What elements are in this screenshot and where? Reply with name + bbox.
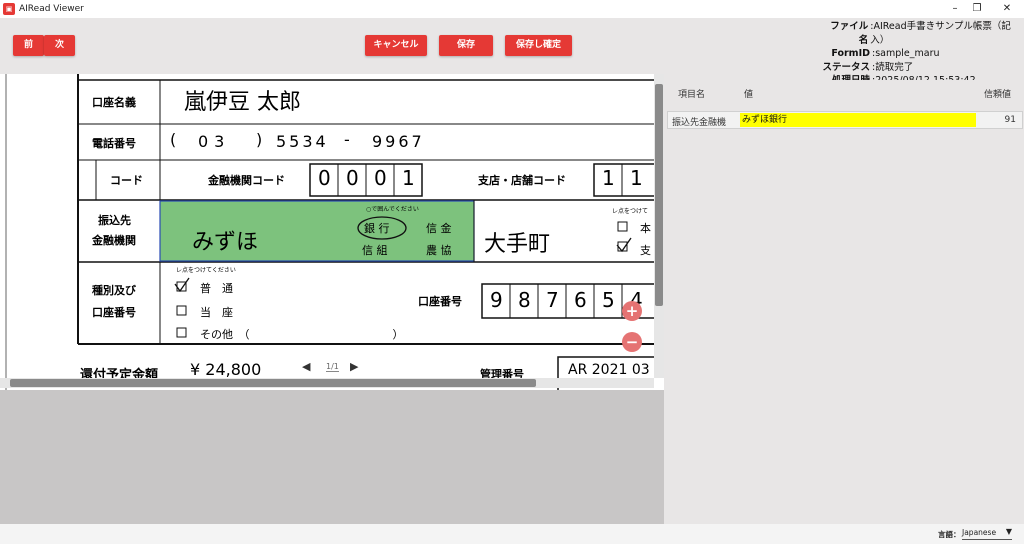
- phone-last: 9967: [372, 132, 425, 151]
- language-label: 言語：: [938, 530, 961, 539]
- acct-number-label: 口座番号: [418, 295, 462, 308]
- language-value: Japanese: [962, 528, 997, 537]
- form-id-value: :sample_maru: [872, 48, 940, 59]
- code-label: コード: [110, 174, 143, 187]
- refund-value: ¥ 24,800: [190, 360, 262, 379]
- phone-area: 03: [198, 132, 231, 151]
- branch-code-digit: 1: [602, 166, 615, 190]
- field-confidence: 91: [1004, 115, 1016, 125]
- close-button[interactable]: ✕: [994, 0, 1020, 18]
- account-name-value: 嵐伊豆 太郎: [184, 90, 301, 115]
- field-panel: [666, 80, 1024, 524]
- zoom-out-icon[interactable]: −: [622, 332, 642, 352]
- column-header-item: 項目名: [678, 90, 706, 100]
- account-name-label: 口座名義: [92, 96, 136, 109]
- acct-type-2: 当 座: [200, 306, 233, 319]
- next-button[interactable]: 次: [44, 35, 75, 56]
- title-bar: ▣ AIRead Viewer: [0, 0, 1024, 18]
- page-navigator: ◀ 1/1 ▶: [302, 360, 362, 374]
- viewer-empty-area: [0, 390, 664, 524]
- transfer-label-2: 金融機関: [92, 234, 136, 247]
- check-note-1: レ点をつけて: [612, 208, 649, 215]
- status-label: ステータス: [822, 61, 870, 73]
- acct-number-digit: 8: [518, 288, 531, 312]
- acct-type-3: その他 （ ）: [200, 328, 404, 341]
- transfer-label-1: 振込先: [98, 214, 131, 227]
- type-label-2: 口座番号: [92, 306, 136, 319]
- column-header-value: 値: [744, 90, 754, 100]
- app-logo-icon: ▣: [3, 3, 15, 15]
- mgmt-value: AR 2021 03: [568, 362, 650, 378]
- horizontal-scrollbar-thumb[interactable]: [10, 379, 536, 387]
- form-id-label: FormID: [831, 48, 870, 59]
- window-title: AIRead Viewer: [19, 4, 84, 14]
- status-bar: [0, 524, 1024, 544]
- bank-code-digit: 0: [318, 166, 331, 190]
- branch-name-value: 大手町: [484, 232, 551, 257]
- phone-paren-close: ): [256, 130, 263, 149]
- branch-code-label: 支店・店舗コード: [478, 174, 566, 187]
- phone-label: 電話番号: [92, 137, 136, 150]
- bank-code-digit: 0: [374, 166, 387, 190]
- column-header-confidence: 信頼値: [984, 90, 1012, 100]
- phone-dash: -: [344, 130, 350, 149]
- phone-mid: 5534: [276, 132, 329, 151]
- file-info: ファイル名:AIRead手書きサンプル帳票（記入） FormID:sample_…: [822, 20, 1024, 88]
- type-label-1: 種別及び: [92, 284, 136, 297]
- circle-note: ○で囲んでください: [366, 206, 419, 213]
- bank-code-digit: 1: [402, 166, 415, 190]
- branch-type-1: 本: [640, 222, 651, 235]
- save-button[interactable]: 保存: [439, 35, 493, 56]
- check-note-2: レ点をつけてください: [176, 267, 236, 274]
- zoom-in-icon[interactable]: +: [622, 301, 642, 321]
- phone-paren-open: (: [170, 130, 177, 149]
- acct-number-digit: 9: [490, 288, 503, 312]
- field-name: 振込先金融機: [672, 118, 727, 128]
- bank-code-label: 金融機関コード: [208, 174, 285, 187]
- field-value-input[interactable]: みずほ銀行: [740, 113, 976, 127]
- file-name-value: :AIRead手書きサンプル帳票（記入）: [870, 21, 1011, 46]
- bank-name-value: みずほ: [192, 230, 259, 255]
- branch-code-digit: 1: [630, 166, 643, 190]
- file-name-label: ファイル名: [830, 21, 869, 46]
- branch-type-2: 支: [640, 244, 651, 257]
- next-page-icon[interactable]: ▶: [350, 360, 358, 373]
- bank-type-1: 銀 行: [364, 222, 390, 235]
- acct-number-digit: 5: [602, 288, 615, 312]
- bank-code-digit: 0: [346, 166, 359, 190]
- chevron-down-icon: ▼: [1005, 527, 1012, 536]
- document-viewer[interactable]: 口座名義 嵐伊豆 太郎 電話番号 ( 03 ) 5534 - 9967 コード …: [0, 74, 664, 390]
- acct-type-1: 普 通: [200, 282, 233, 295]
- bank-type-3: 信 組: [362, 244, 388, 257]
- field-row[interactable]: 振込先金融機 みずほ銀行 91: [667, 111, 1023, 129]
- acct-number-digit: 7: [546, 288, 559, 312]
- prev-page-icon[interactable]: ◀: [302, 360, 310, 373]
- acct-number-digit: 6: [574, 288, 587, 312]
- save-confirm-button[interactable]: 保存し確定: [505, 35, 572, 56]
- cancel-button[interactable]: キャンセル: [365, 35, 427, 56]
- vertical-scrollbar-thumb[interactable]: [655, 84, 663, 306]
- bank-type-2: 信 金: [426, 222, 452, 235]
- bank-type-4: 農 協: [426, 244, 452, 257]
- language-select[interactable]: Japanese ▼: [962, 527, 1012, 540]
- status-value: :読取完了: [872, 61, 914, 73]
- page-indicator: 1/1: [326, 362, 339, 372]
- prev-button[interactable]: 前: [13, 35, 44, 56]
- restore-button[interactable]: ❐: [964, 0, 990, 18]
